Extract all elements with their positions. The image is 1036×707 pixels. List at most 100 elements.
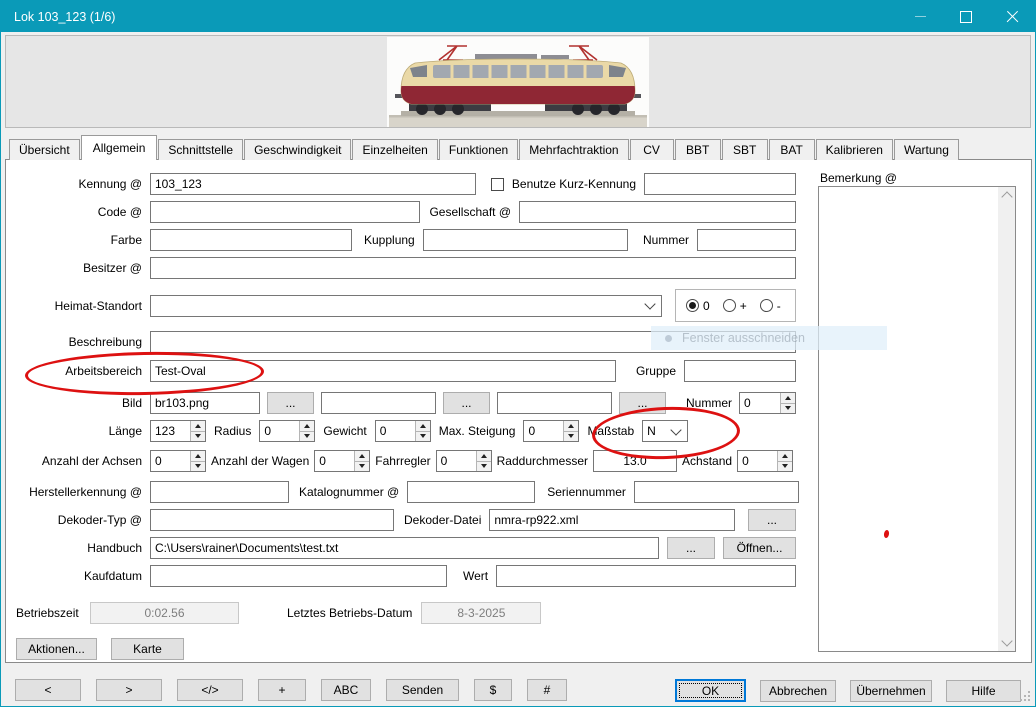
bild2-browse-button[interactable]: ... [443, 392, 490, 414]
bemerkung-scrollbar[interactable] [998, 187, 1015, 651]
bild-browse-button[interactable]: ... [267, 392, 314, 414]
bild3-input[interactable] [497, 392, 612, 414]
nummer-input[interactable] [697, 229, 796, 251]
gesellschaft-input[interactable] [519, 201, 796, 223]
laenge-spinner[interactable]: 123 [150, 420, 206, 442]
spin-up-icon[interactable] [300, 421, 314, 431]
spin-up-icon[interactable] [778, 451, 792, 461]
add-button[interactable]: + [258, 679, 306, 701]
anzahl-wagen-spinner[interactable]: 0 [314, 450, 370, 472]
spin-down-icon[interactable] [778, 461, 792, 472]
spin-up-icon[interactable] [191, 421, 205, 431]
tab-funktionen[interactable]: Funktionen [439, 139, 518, 160]
karte-button[interactable]: Karte [111, 638, 184, 660]
ok-button[interactable]: OK [675, 679, 746, 702]
bild-input[interactable] [150, 392, 260, 414]
tab-kalibrieren[interactable]: Kalibrieren [816, 139, 893, 160]
spin-up-icon[interactable] [191, 451, 205, 461]
spin-up-icon[interactable] [416, 421, 430, 431]
bild-nummer-spinner[interactable]: 0 [739, 392, 796, 414]
resize-grip-icon[interactable] [1020, 691, 1031, 702]
titlebar[interactable]: Lok 103_123 (1/6) [1, 1, 1035, 32]
bild3-browse-button[interactable]: ... [619, 392, 666, 414]
handbuch-open-button[interactable]: Öffnen... [723, 537, 796, 559]
dekoder-typ-input[interactable] [150, 509, 394, 531]
close-button[interactable] [989, 1, 1035, 32]
kennung-input[interactable] [150, 173, 476, 195]
abc-button[interactable]: ABC [321, 679, 371, 701]
scroll-up-icon[interactable] [998, 187, 1015, 204]
tab-schnittstelle[interactable]: Schnittstelle [158, 139, 243, 160]
spin-down-icon[interactable] [781, 403, 795, 414]
heimat-standort-combobox[interactable] [150, 295, 662, 317]
max-steigung-spinner[interactable]: 0 [523, 420, 579, 442]
spin-up-icon[interactable] [477, 451, 491, 461]
kupplung-input[interactable] [423, 229, 628, 251]
dekoder-datei-input[interactable] [489, 509, 735, 531]
beschreibung-input[interactable] [150, 331, 796, 353]
tab-wartung[interactable]: Wartung [894, 139, 959, 160]
bemerkung-textarea[interactable] [818, 186, 1016, 652]
tab-bbt[interactable]: BBT [675, 139, 721, 160]
achstand-spinner[interactable]: 0 [737, 450, 793, 472]
tab-sbt[interactable]: SBT [722, 139, 768, 160]
raddurchmesser-input[interactable] [593, 450, 677, 472]
dollar-button[interactable]: $ [474, 679, 512, 701]
anzahl-achsen-spinner[interactable]: 0 [150, 450, 206, 472]
abbrechen-button[interactable]: Abbrechen [760, 680, 836, 702]
arbeitsbereich-input[interactable] [150, 360, 616, 382]
dekoder-datei-browse-button[interactable]: ... [748, 509, 796, 531]
spin-down-icon[interactable] [477, 461, 491, 472]
spin-down-icon[interactable] [300, 431, 314, 442]
tab-uebersicht[interactable]: Übersicht [9, 139, 80, 160]
kurz-kennung-input[interactable] [644, 173, 796, 195]
tab-bat[interactable]: BAT [769, 139, 815, 160]
spin-down-icon[interactable] [191, 431, 205, 442]
tab-cv[interactable]: CV [630, 139, 674, 160]
fahrregler-spinner[interactable]: 0 [436, 450, 492, 472]
richtung-radio-0[interactable]: 0 [686, 299, 710, 313]
scroll-down-icon[interactable] [998, 634, 1015, 651]
prev-loco-button[interactable]: < [15, 679, 81, 701]
tab-einzelheiten[interactable]: Einzelheiten [352, 139, 437, 160]
tab-allgemein[interactable]: Allgemein [81, 135, 158, 160]
uebernehmen-button[interactable]: Übernehmen [850, 680, 932, 702]
tab-mehrfachtraktion[interactable]: Mehrfachtraktion [519, 139, 628, 160]
maximize-button[interactable] [943, 1, 989, 32]
tab-geschwindigkeit[interactable]: Geschwindigkeit [244, 139, 351, 160]
kaufdatum-input[interactable] [150, 565, 447, 587]
radius-spinner[interactable]: 0 [259, 420, 315, 442]
massstab-combobox[interactable]: N [642, 420, 688, 442]
herstellerkennung-input[interactable] [150, 481, 289, 503]
kurz-kennung-checkbox[interactable] [491, 178, 504, 191]
wert-input[interactable] [496, 565, 796, 587]
minimize-button[interactable] [897, 1, 943, 32]
spin-down-icon[interactable] [355, 461, 369, 472]
spin-up-icon[interactable] [564, 421, 578, 431]
xml-button[interactable]: </> [177, 679, 243, 701]
hash-button[interactable]: # [527, 679, 567, 701]
spin-down-icon[interactable] [564, 431, 578, 442]
besitzer-input[interactable] [150, 257, 796, 279]
richtung-radio-plus[interactable]: + [723, 299, 747, 313]
farbe-input[interactable] [150, 229, 352, 251]
richtung-radio-minus[interactable]: - [760, 299, 781, 313]
senden-button[interactable]: Senden [386, 679, 459, 701]
aktionen-button[interactable]: Aktionen... [16, 638, 97, 660]
gruppe-input[interactable] [684, 360, 796, 382]
bild2-input[interactable] [321, 392, 436, 414]
handbuch-browse-button[interactable]: ... [667, 537, 715, 559]
hilfe-button[interactable]: Hilfe [946, 680, 1021, 702]
letztes-betriebs-datum-label: Letztes Betriebs-Datum [287, 606, 412, 620]
nummer-label: Nummer [643, 233, 689, 247]
seriennummer-input[interactable] [634, 481, 799, 503]
spin-down-icon[interactable] [191, 461, 205, 472]
next-loco-button[interactable]: > [96, 679, 162, 701]
katalognummer-input[interactable] [407, 481, 535, 503]
code-input[interactable] [150, 201, 420, 223]
spin-down-icon[interactable] [416, 431, 430, 442]
gewicht-spinner[interactable]: 0 [375, 420, 431, 442]
spin-up-icon[interactable] [781, 393, 795, 403]
spin-up-icon[interactable] [355, 451, 369, 461]
handbuch-input[interactable] [150, 537, 659, 559]
